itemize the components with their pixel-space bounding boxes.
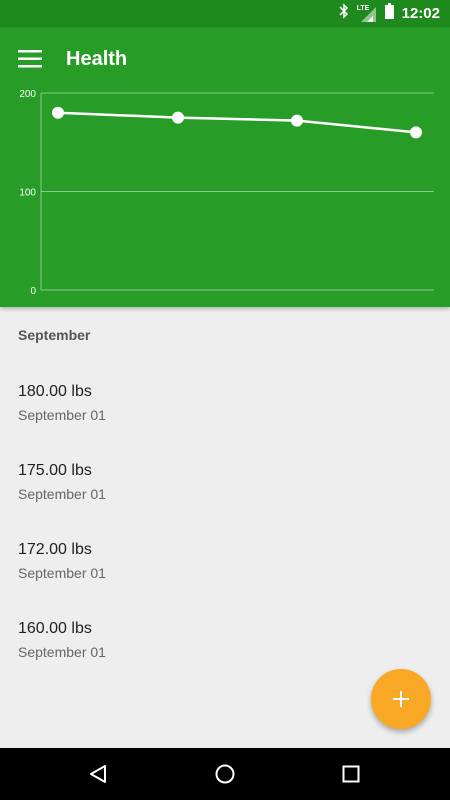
weight-value: 160.00 lbs (18, 620, 92, 637)
weight-date: September 01 (18, 407, 106, 423)
recents-icon[interactable] (339, 762, 363, 786)
add-icon (393, 691, 409, 707)
weight-date: September 01 (18, 644, 106, 660)
add-entry-button[interactable] (371, 669, 431, 729)
weight-value: 180.00 lbs (18, 383, 92, 400)
series-line (57, 111, 417, 134)
bluetooth-icon (339, 3, 349, 24)
y-tick-label: 200 (19, 89, 36, 100)
status-time: 12:02 (401, 5, 440, 22)
list-item[interactable]: 175.00 lbs September 01 (0, 462, 450, 532)
data-point (52, 106, 64, 119)
weight-value: 172.00 lbs (18, 541, 92, 558)
data-point (291, 114, 303, 127)
list-item[interactable]: 172.00 lbs September 01 (0, 541, 450, 611)
app-bar: 200 100 0 Health (0, 27, 450, 307)
list-item[interactable]: 180.00 lbs September 01 (0, 383, 450, 453)
status-icons: LTE 12:02 (339, 0, 440, 27)
battery-icon (384, 3, 394, 24)
weight-value: 175.00 lbs (18, 462, 92, 479)
y-tick-label: 100 (19, 188, 36, 199)
status-bar: LTE 12:02 (0, 0, 450, 27)
section-header-month: September (18, 327, 91, 343)
data-point (410, 126, 422, 139)
weight-date: September 01 (18, 565, 106, 581)
home-icon[interactable] (213, 762, 237, 786)
y-tick-label: 0 (30, 286, 36, 297)
navigation-bar (0, 748, 450, 800)
app-title: Health (66, 48, 128, 70)
weight-date: September 01 (18, 486, 106, 502)
back-icon[interactable] (86, 762, 110, 786)
menu-icon[interactable] (18, 47, 44, 71)
data-point (172, 111, 184, 124)
lte-signal-icon: LTE (357, 5, 377, 23)
